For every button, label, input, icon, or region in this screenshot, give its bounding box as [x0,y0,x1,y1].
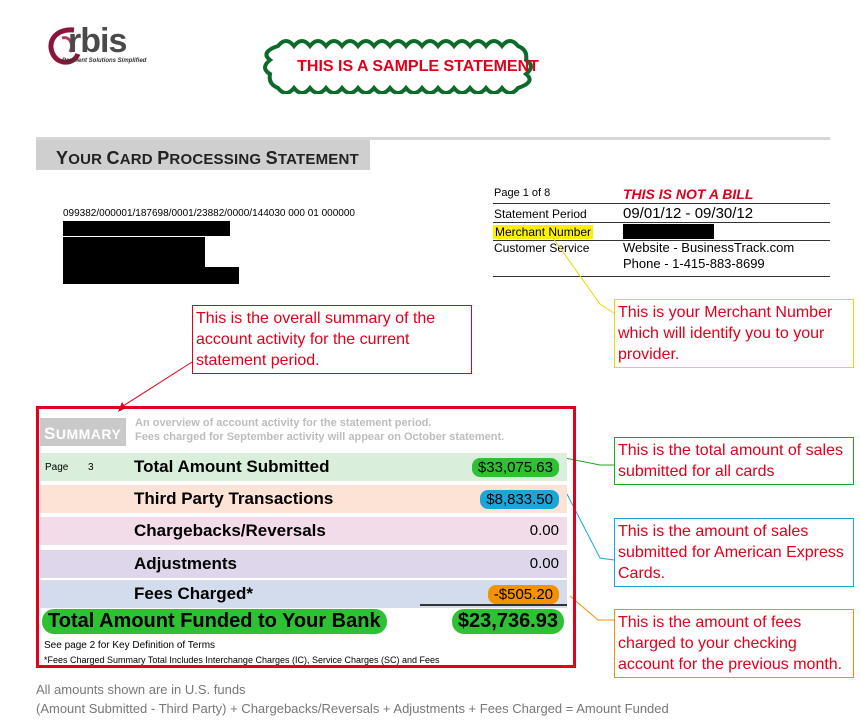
total-funded-amount: $23,736.93 [451,609,564,634]
row-label: Adjustments [134,554,237,573]
row-amount: 0.00 [529,522,559,539]
row-amount: 0.00 [529,555,559,572]
subtotal-rule [420,604,567,606]
page-number: 3 [88,462,94,473]
total-funded-row: Total Amount Funded to Your Bank $23,736… [40,608,567,636]
summary-description: An overview of account activity for the … [135,417,505,443]
currency-note: All amounts shown are in U.S. funds [36,682,246,697]
arrow-overall [119,361,193,409]
annotation-overall-summary: This is the overall summary of the accou… [192,305,472,374]
row-label: Third Party Transactions [134,489,334,508]
row-amount: $8,833.50 [480,490,559,509]
definitions-note: See page 2 for Key Definition of Terms [44,640,216,651]
summary-row-chargebacks: Chargebacks/Reversals 0.00 [40,517,567,545]
arrow-merchant [552,237,615,314]
summary-tag: SUMMARY [40,418,126,446]
row-amount: -$505.20 [487,585,559,604]
summary-row-adjustments: Adjustments 0.00 [40,550,567,578]
page-label: Page [45,462,69,473]
row-label: Total Amount Submitted [134,457,330,476]
arrow-fees [569,595,614,621]
annotation-fees-charged: This is the amount of fees charged to yo… [614,609,854,678]
row-label: Chargebacks/Reversals [134,521,326,540]
formula-note: (Amount Submitted - Third Party) + Charg… [36,701,669,716]
total-funded-label: Total Amount Funded to Your Bank [42,609,387,634]
annotation-total-submitted: This is the total amount of sales submit… [614,437,854,485]
row-amount: $33,075.63 [471,458,559,477]
row-label: Fees Charged* [134,584,254,603]
fees-footnote: *Fees Charged Summary Total Includes Int… [44,655,440,665]
annotation-merchant-number: This is your Merchant Number which will … [614,299,854,368]
annotation-third-party: This is the amount of sales submitted fo… [614,518,854,587]
summary-row-third-party: Third Party Transactions $8,833.50 [40,485,567,513]
summary-row-total-submitted: Page 3 Total Amount Submitted $33,075.63 [40,453,567,481]
